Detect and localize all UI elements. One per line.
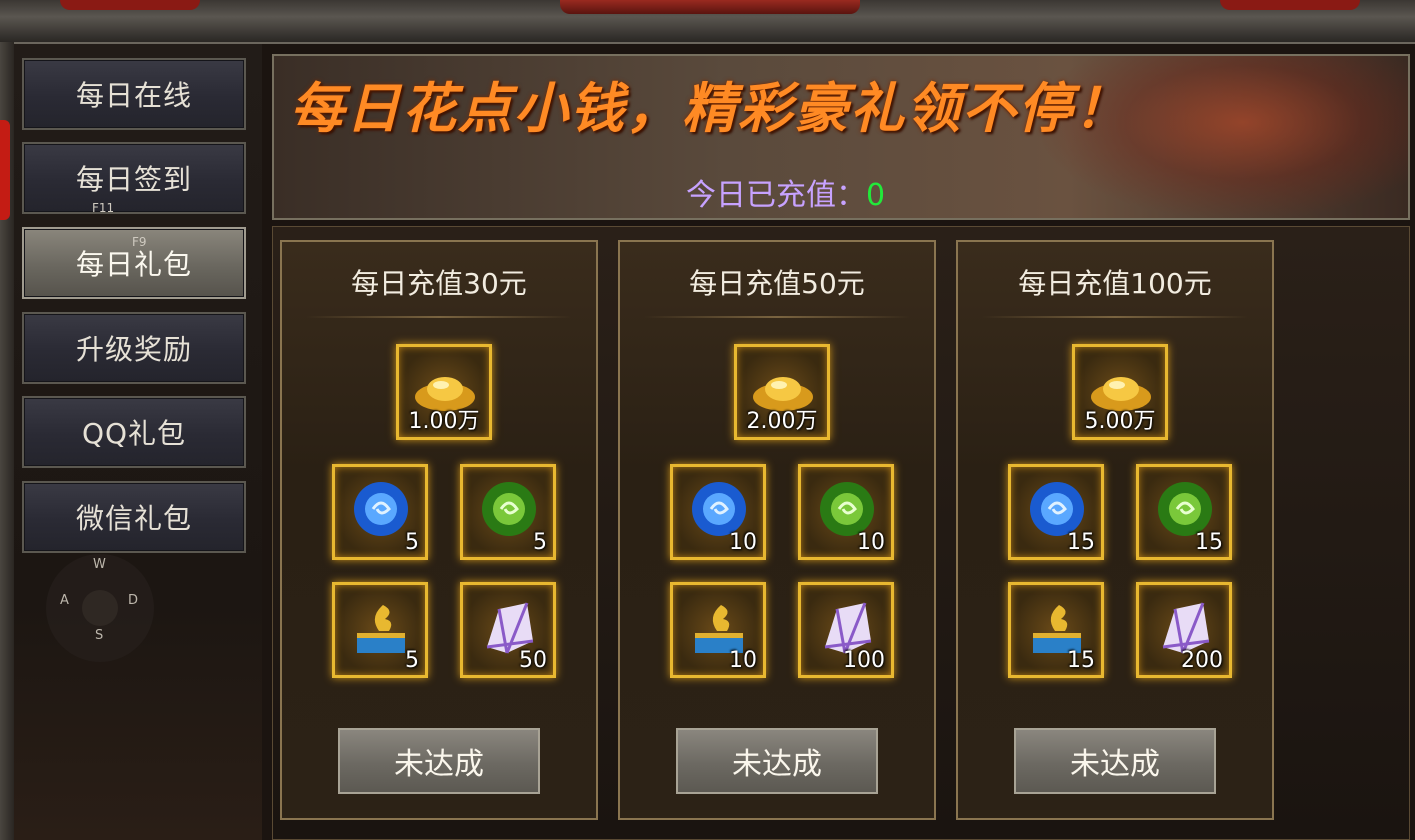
reward-slot[interactable]: 100 <box>798 582 894 678</box>
sidebar-item-label: 每日礼包 <box>75 248 192 281</box>
sidebar-item-wechat-gift[interactable]: 微信礼包 <box>22 481 246 553</box>
gold-ingot-slot[interactable]: 5.00万 <box>1072 344 1168 440</box>
tier-divider <box>306 316 572 318</box>
compass-key-d: D <box>128 593 139 608</box>
tier-card-30: 每日充值30元 1.00万 5 5 5 50 未达成 <box>280 240 598 820</box>
reward-slot[interactable]: 10 <box>670 464 766 560</box>
sidebar-item-label: 升级奖励 <box>75 333 192 366</box>
item-quantity: 15 <box>1067 530 1095 555</box>
promo-banner: 每日花点小钱，精彩豪礼领不停！ 今日已充值：0 <box>272 54 1410 220</box>
recharge-status: 今日已充值：0 <box>686 170 885 214</box>
compass-key-w: W <box>93 557 106 572</box>
hotkey-hint: F9 <box>132 235 147 249</box>
item-quantity: 10 <box>729 530 757 555</box>
movement-compass[interactable]: W A D S <box>46 554 154 662</box>
frame-ornament-left <box>60 0 200 10</box>
tier-title: 每日充值50元 <box>689 267 865 300</box>
reward-slot[interactable]: 10 <box>798 464 894 560</box>
gold-ingot-slot[interactable]: 2.00万 <box>734 344 830 440</box>
top-frame <box>0 0 1415 44</box>
reward-slot[interactable]: 5 <box>332 582 428 678</box>
tier-title: 每日充值30元 <box>351 267 527 300</box>
recharge-label: 今日已充值： <box>686 178 866 213</box>
reward-slot[interactable]: 15 <box>1136 464 1232 560</box>
item-quantity: 10 <box>729 648 757 673</box>
tier-card-100: 每日充值100元 5.00万 15 15 15 200 未达成 <box>956 240 1274 820</box>
reward-slot[interactable]: 10 <box>670 582 766 678</box>
sidebar-item-daily-online[interactable]: 每日在线 <box>22 58 246 130</box>
item-quantity: 50 <box>519 648 547 673</box>
item-quantity: 15 <box>1067 648 1095 673</box>
reward-slot[interactable]: 15 <box>1008 582 1104 678</box>
red-side-tab <box>0 120 10 220</box>
banner-title: 每日花点小钱，精彩豪礼领不停！ <box>290 76 1130 140</box>
tier-card-50: 每日充值50元 2.00万 10 10 10 100 未达成 <box>618 240 936 820</box>
sidebar-item-label: 微信礼包 <box>75 502 192 535</box>
item-quantity: 1.00万 <box>408 409 480 434</box>
sidebar-item-qq-gift[interactable]: QQ礼包 <box>22 396 246 468</box>
claim-status-button[interactable]: 未达成 <box>338 728 540 794</box>
tier-divider <box>982 316 1248 318</box>
compass-key-a: A <box>60 593 69 608</box>
sidebar-item-levelup-reward[interactable]: 升级奖励 <box>22 312 246 384</box>
frame-ornament-right <box>1220 0 1360 10</box>
item-quantity: 10 <box>857 530 885 555</box>
sidebar: 每日在线 每日签到 每日礼包 升级奖励 QQ礼包 微信礼包 F11 F9 W A… <box>14 44 264 840</box>
reward-slot[interactable]: 5 <box>460 464 556 560</box>
claim-status-button[interactable]: 未达成 <box>676 728 878 794</box>
item-quantity: 5.00万 <box>1084 409 1156 434</box>
recharge-value: 0 <box>866 178 886 213</box>
sidebar-item-label: 每日在线 <box>75 79 192 112</box>
claim-status-button[interactable]: 未达成 <box>1014 728 1216 794</box>
item-quantity: 15 <box>1195 530 1223 555</box>
sidebar-item-daily-checkin[interactable]: 每日签到 <box>22 142 246 214</box>
sidebar-item-label: QQ礼包 <box>81 417 187 450</box>
blue-gem-icon <box>354 482 408 536</box>
item-quantity: 200 <box>1181 648 1223 673</box>
reward-slot[interactable]: 5 <box>332 464 428 560</box>
item-quantity: 5 <box>405 530 419 555</box>
gold-ingot-slot[interactable]: 1.00万 <box>396 344 492 440</box>
reward-slot[interactable]: 200 <box>1136 582 1232 678</box>
tier-divider <box>644 316 910 318</box>
compass-key-s: S <box>95 628 104 643</box>
item-quantity: 2.00万 <box>746 409 818 434</box>
item-quantity: 100 <box>843 648 885 673</box>
hotkey-hint: F11 <box>92 201 115 215</box>
sidebar-item-label: 每日签到 <box>75 163 192 196</box>
item-quantity: 5 <box>405 648 419 673</box>
item-quantity: 5 <box>533 530 547 555</box>
dragon-chest-icon <box>357 605 405 653</box>
reward-slot[interactable]: 15 <box>1008 464 1104 560</box>
tier-title: 每日充值100元 <box>1018 267 1212 300</box>
compass-center <box>82 590 118 626</box>
green-gem-icon <box>482 482 536 536</box>
reward-slot[interactable]: 50 <box>460 582 556 678</box>
frame-ornament-center <box>560 0 860 14</box>
